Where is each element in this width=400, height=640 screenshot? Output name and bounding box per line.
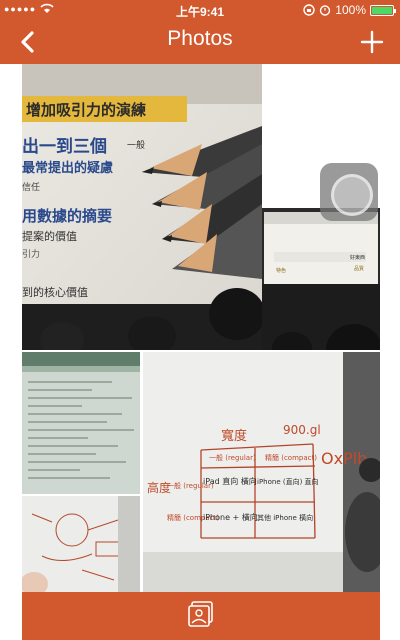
slide-line: 到的核心價值 bbox=[22, 285, 88, 299]
board-text: iPhone + 橫向 bbox=[203, 512, 258, 522]
assistive-touch-button[interactable] bbox=[320, 163, 378, 221]
photo-tile[interactable]: 品質 好東西 特色 bbox=[262, 208, 380, 350]
battery-percent: 100% bbox=[335, 3, 366, 17]
slide-line: 提案的價值 bbox=[22, 229, 77, 243]
plus-icon bbox=[360, 30, 384, 54]
photo-projector-screen: 品質 好東西 特色 bbox=[262, 208, 380, 350]
photo-whiteboard-diagram bbox=[22, 496, 140, 592]
photo-tile[interactable]: 增加吸引力的演練 出一到三個 一般 最常提出的疑慮 信任 用數據的摘要 提案的價… bbox=[22, 64, 262, 350]
slide-line: 出一到三個 bbox=[22, 136, 107, 157]
alarm-icon bbox=[320, 5, 331, 16]
slide-line: 用數據的摘要 bbox=[22, 207, 112, 225]
add-photo-button[interactable] bbox=[356, 26, 388, 58]
screen-text: 特色 bbox=[276, 267, 286, 274]
photo-library-icon[interactable] bbox=[184, 598, 218, 632]
photo-whiteboard-table: 寬度 900.gl OxPlb 高度 一般 (regular) 精簡 (comp… bbox=[143, 352, 380, 592]
slide-line: 最常提出的疑慮 bbox=[22, 160, 113, 176]
board-text: iPad 直向 橫向 bbox=[203, 476, 257, 486]
status-right: 100% bbox=[303, 3, 396, 17]
photo-tile[interactable] bbox=[22, 496, 140, 592]
slide-line: 一般 bbox=[127, 139, 145, 151]
status-bar: ●●●●● 上午9:41 100% bbox=[0, 0, 400, 20]
slide-line: 信任 bbox=[22, 181, 40, 193]
photo-lecture-slide: 增加吸引力的演練 出一到三個 一般 最常提出的疑慮 信任 用數據的摘要 提案的價… bbox=[22, 64, 262, 350]
nav-bar: Photos bbox=[0, 20, 400, 64]
photo-grid: 增加吸引力的演練 出一到三個 一般 最常提出的疑慮 信任 用數據的摘要 提案的價… bbox=[22, 64, 380, 592]
photo-tile[interactable] bbox=[22, 352, 140, 494]
board-text: 精簡 (compact) bbox=[265, 453, 317, 462]
photo-tile[interactable]: 寬度 900.gl OxPlb 高度 一般 (regular) 精簡 (comp… bbox=[143, 352, 380, 592]
slide-title: 增加吸引力的演練 bbox=[26, 101, 146, 119]
screen-text: 品質 bbox=[354, 265, 364, 272]
photo-code-screen bbox=[22, 352, 140, 494]
bottom-toolbar bbox=[22, 592, 380, 640]
board-text: iPhone (直向) 直向 bbox=[257, 477, 319, 486]
board-text: 900.gl bbox=[283, 423, 321, 437]
battery-level bbox=[372, 6, 392, 14]
screen-text: 好東西 bbox=[350, 254, 365, 261]
board-text: 一般 (regular) bbox=[209, 453, 256, 462]
board-text: 寬度 bbox=[221, 428, 247, 444]
board-text: 其他 iPhone 橫向 bbox=[257, 513, 313, 522]
battery-icon bbox=[370, 4, 396, 16]
page-title: Photos bbox=[167, 27, 233, 50]
slide-line: 引力 bbox=[22, 248, 40, 260]
orientation-lock-icon bbox=[303, 4, 315, 16]
